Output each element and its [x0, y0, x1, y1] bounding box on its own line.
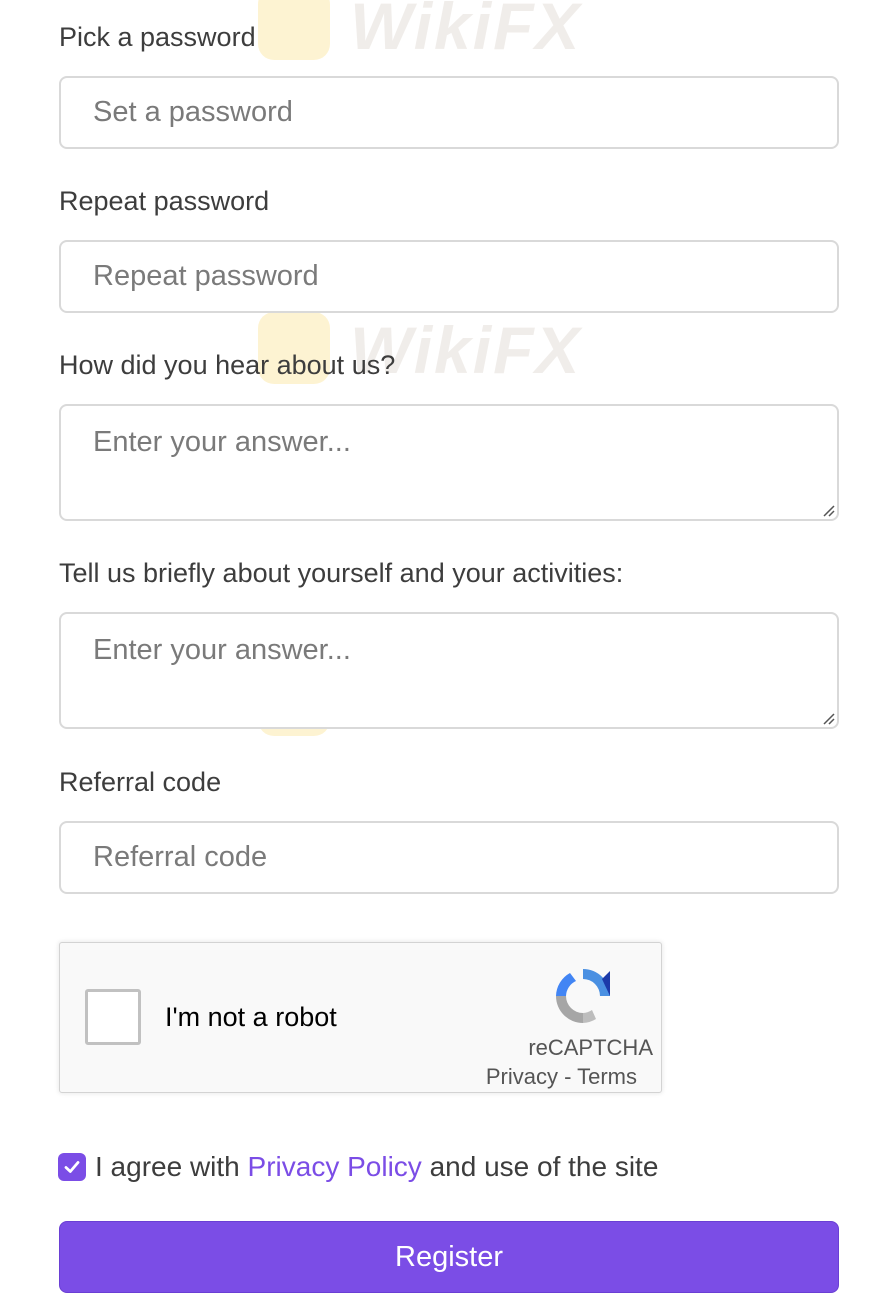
- about-yourself-textarea[interactable]: [59, 612, 839, 729]
- recaptcha-widget: I'm not a robot reCAPTCHA Privacy - Term…: [59, 942, 662, 1093]
- recaptcha-label: I'm not a robot: [165, 1002, 337, 1032]
- check-icon: [64, 1161, 80, 1173]
- agreement-suffix: and use of the site: [421, 1151, 659, 1182]
- hear-about-us-label: How did you hear about us?: [59, 350, 396, 380]
- watermark-text: WikiFX: [350, 0, 582, 63]
- recaptcha-checkbox[interactable]: [85, 989, 141, 1045]
- agreement-row: I agree with Privacy Policy and use of t…: [58, 1150, 658, 1184]
- recaptcha-logo-icon: [550, 963, 616, 1029]
- watermark-logo-icon: [258, 0, 330, 60]
- register-button[interactable]: Register: [59, 1221, 839, 1293]
- agreement-text: I agree with Privacy Policy and use of t…: [95, 1151, 658, 1183]
- repeat-password-label: Repeat password: [59, 186, 270, 216]
- privacy-policy-link[interactable]: Privacy Policy: [248, 1151, 422, 1182]
- password-label: Pick a password: [59, 22, 256, 52]
- recaptcha-brand: reCAPTCHA: [528, 1035, 653, 1060]
- about-yourself-label: Tell us briefly about yourself and your …: [59, 558, 624, 588]
- recaptcha-privacy-terms-link[interactable]: Privacy - Terms: [486, 1064, 637, 1090]
- referral-code-label: Referral code: [59, 767, 222, 797]
- agreement-checkbox[interactable]: [58, 1153, 86, 1181]
- password-input[interactable]: [59, 76, 839, 149]
- agreement-prefix: I agree with: [95, 1151, 248, 1182]
- repeat-password-input[interactable]: [59, 240, 839, 313]
- hear-about-us-textarea[interactable]: [59, 404, 839, 521]
- referral-code-input[interactable]: [59, 821, 839, 894]
